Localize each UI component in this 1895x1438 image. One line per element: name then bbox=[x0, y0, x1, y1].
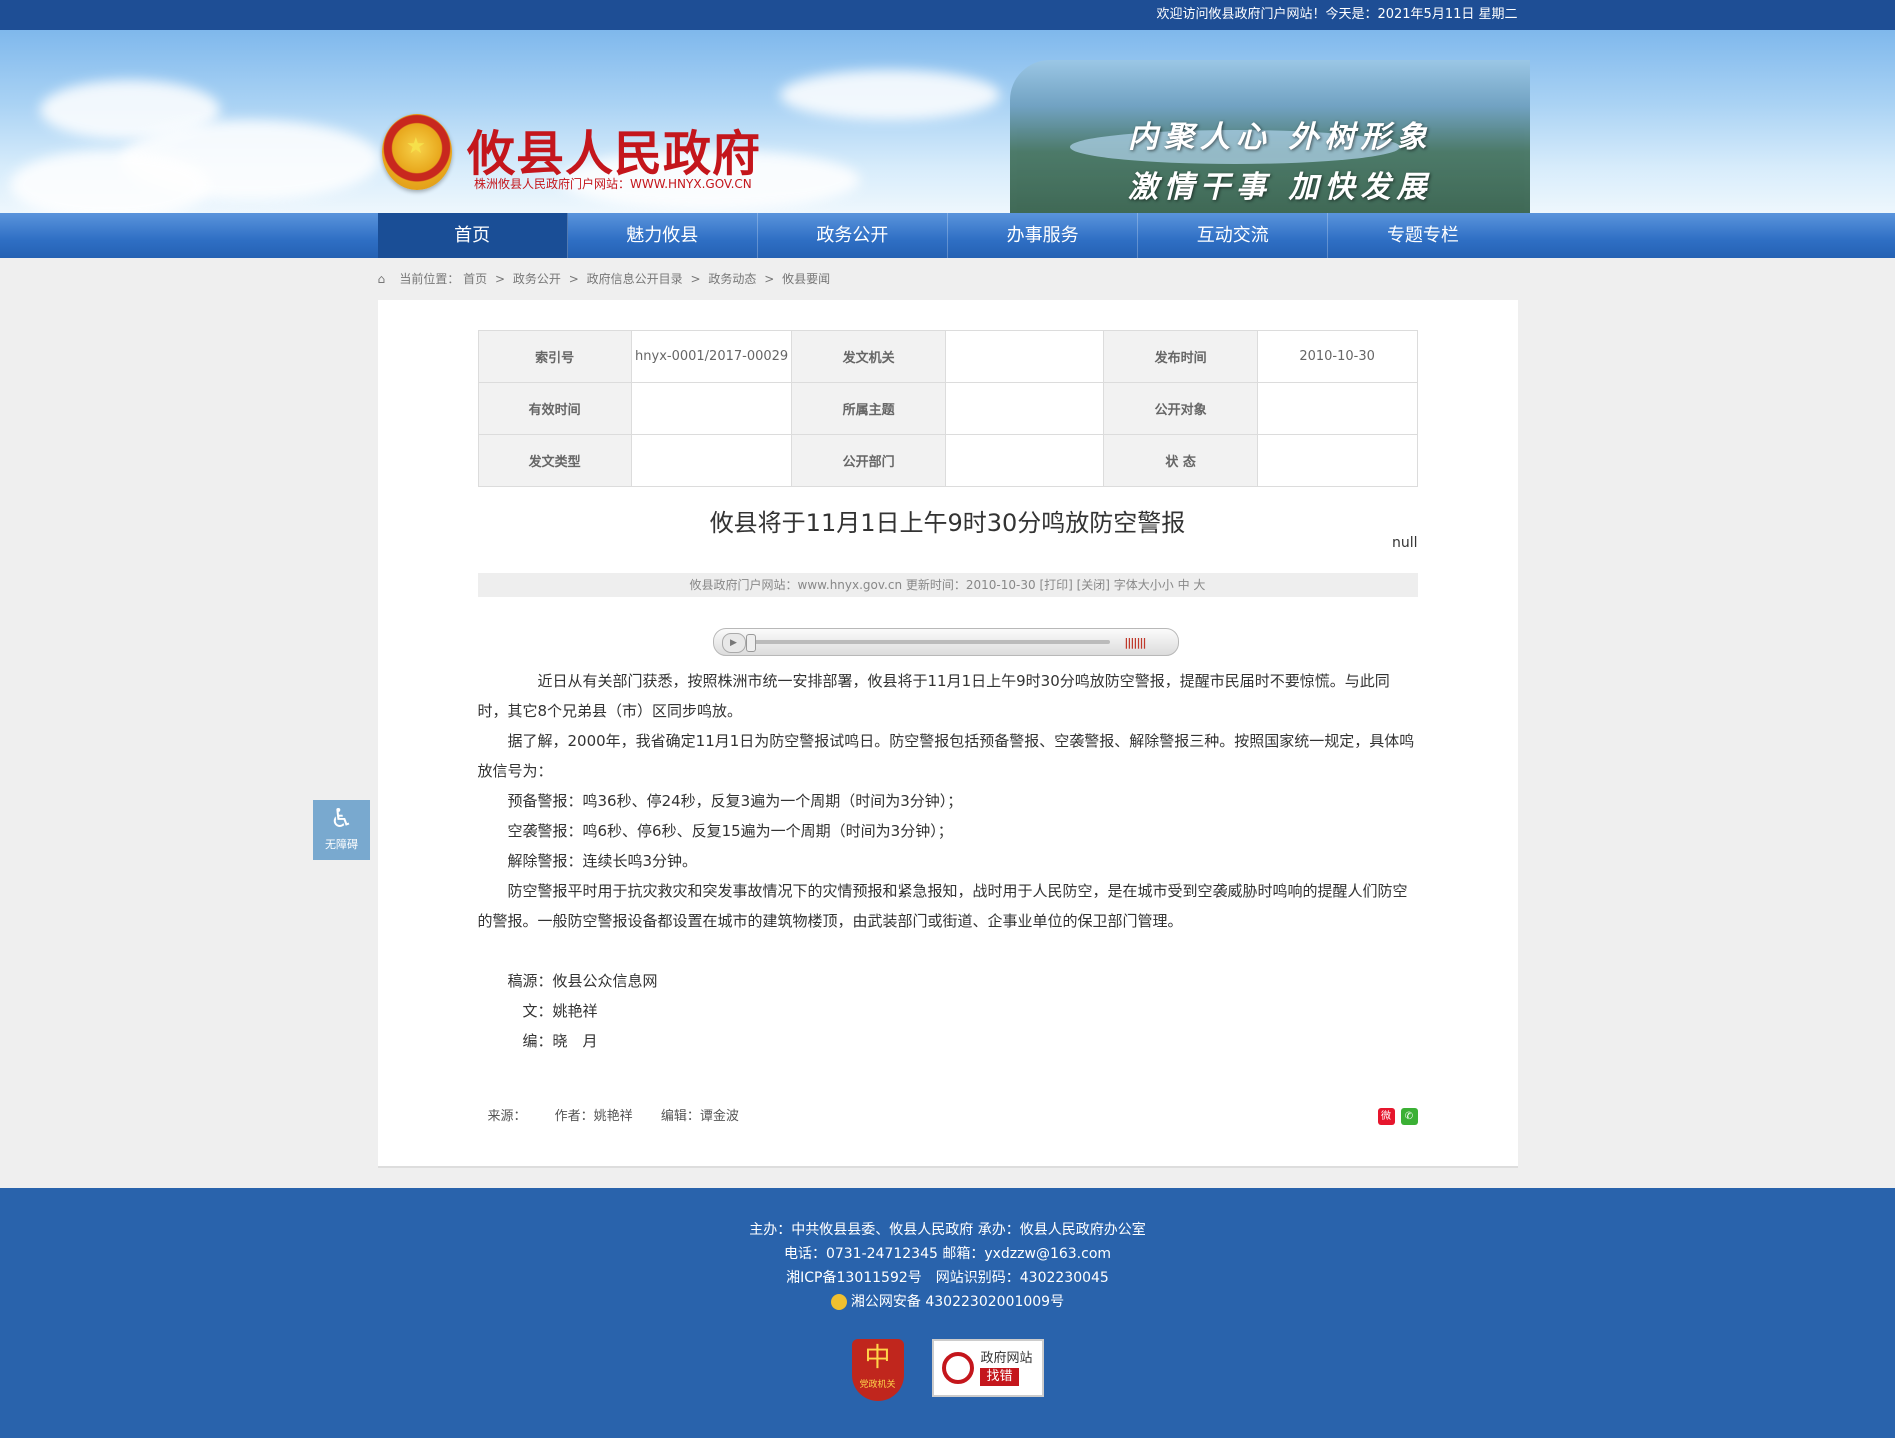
slogan-line-2: 激情干事 加快发展 bbox=[1128, 170, 1433, 205]
breadcrumb-item-news[interactable]: 政务动态 bbox=[708, 272, 756, 286]
nav-item-services[interactable]: 办事服务 bbox=[948, 213, 1139, 258]
volume-icon[interactable]: ||||||| bbox=[1124, 636, 1146, 649]
dept-label: 公开部门 bbox=[791, 434, 946, 487]
article-info-bar: 攸县政府门户网站：www.hnyx.gov.cn 更新时间：2010-10-30… bbox=[477, 573, 1418, 597]
paragraph: 近日从有关部门获悉，按照株洲市统一安排部署，攸县将于11月1日上午9时30分鸣放… bbox=[477, 672, 1390, 720]
pub-date-value: 2010-10-30 bbox=[1256, 330, 1418, 383]
paragraph: 防空警报平时用于抗灾救灾和突发事故情况下的灾情预报和紧急报知，战时用于人民防空，… bbox=[477, 882, 1408, 930]
report-error-badge[interactable]: 政府网站 找错 bbox=[931, 1339, 1044, 1397]
nav-item-home[interactable]: 首页 bbox=[377, 213, 568, 258]
top-bar: 欢迎访问攸县政府门户网站！今天是：2021年5月11日 星期二 bbox=[0, 0, 1895, 30]
pub-date-label: 发布时间 bbox=[1103, 330, 1258, 383]
footer-icp[interactable]: 湘ICP备13011592号 网站识别码：4302230045 bbox=[0, 1266, 1895, 1290]
editor-label: 编辑：谭金波 bbox=[660, 1109, 739, 1124]
slogan-line-1: 内聚人心 外树形象 bbox=[1128, 120, 1433, 155]
home-icon: ⌂ bbox=[377, 272, 386, 286]
paragraph: 解除警报：连续长鸣3分钟。 bbox=[507, 852, 698, 870]
table-row: 索引号 hnyx-0001/2017-00029 发文机关 发布时间 2010-… bbox=[477, 330, 1418, 383]
report-error-top: 政府网站 bbox=[980, 1351, 1033, 1366]
breadcrumb-item-catalog[interactable]: 政府信息公开目录 bbox=[587, 272, 683, 286]
credit-editor: 编：晓 月 bbox=[522, 1032, 598, 1050]
accessibility-label: 无障碍 bbox=[325, 838, 358, 851]
wechat-share-icon[interactable]: ✆ bbox=[1400, 1108, 1418, 1125]
welcome-text: 欢迎访问攸县政府门户网站！今天是：2021年5月11日 星期二 bbox=[1156, 7, 1518, 22]
index-no-value: hnyx-0001/2017-00029 bbox=[630, 330, 793, 383]
breadcrumb-label: 当前位置： bbox=[399, 272, 460, 286]
footer-police-record[interactable]: 湘公网安备 43022302001009号 bbox=[851, 1294, 1064, 1310]
doc-type-label: 发文类型 bbox=[477, 434, 632, 487]
paragraph: 据了解，2000年，我省确定11月1日为防空警报试鸣日。防空警报包括预备警报、空… bbox=[477, 732, 1415, 780]
article-container: 索引号 hnyx-0001/2017-00029 发文机关 发布时间 2010-… bbox=[377, 300, 1518, 1168]
footer-contact: 电话：0731-24712345 邮箱：yxdzzw@163.com bbox=[783, 1246, 1112, 1262]
national-emblem-icon: ★ bbox=[382, 114, 452, 190]
index-no-label: 索引号 bbox=[477, 330, 632, 383]
status-label: 状 态 bbox=[1103, 434, 1258, 487]
party-gov-badge-label: 党政机关 bbox=[859, 1380, 896, 1390]
party-gov-icon: 中 bbox=[864, 1343, 891, 1373]
null-mark: null bbox=[1391, 535, 1418, 551]
magnifier-icon bbox=[942, 1352, 975, 1384]
valid-value bbox=[630, 382, 793, 435]
status-value bbox=[1256, 434, 1418, 487]
report-error-bottom: 找错 bbox=[980, 1368, 1019, 1386]
breadcrumb-item-county-news[interactable]: 攸县要闻 bbox=[782, 272, 830, 286]
weibo-share-icon[interactable]: 微 bbox=[1377, 1108, 1395, 1125]
nav-item-gov-affairs[interactable]: 政务公开 bbox=[758, 213, 949, 258]
nav-item-interaction[interactable]: 互动交流 bbox=[1138, 213, 1329, 258]
audio-player[interactable]: ▶ ||||||| bbox=[712, 628, 1179, 656]
credit-source: 稿源：攸县公众信息网 bbox=[507, 972, 658, 990]
wheelchair-icon: ♿ bbox=[329, 804, 354, 834]
footer-sponsor: 主办：中共攸县县委、攸县人民政府 承办：攸县人民政府办公室 bbox=[749, 1222, 1146, 1238]
topic-label: 所属主题 bbox=[791, 382, 946, 435]
police-badge-icon bbox=[830, 1294, 847, 1310]
doc-type-value bbox=[630, 434, 793, 487]
topic-value bbox=[944, 382, 1105, 435]
table-row: 有效时间 所属主题 公开对象 bbox=[477, 382, 1418, 435]
site-title[interactable]: 攸县人民政府 bbox=[467, 114, 761, 184]
breadcrumb-item-home[interactable]: 首页 bbox=[463, 272, 487, 286]
audience-value bbox=[1256, 382, 1418, 435]
accessibility-button[interactable]: ♿ 无障碍 bbox=[313, 800, 370, 860]
audience-label: 公开对象 bbox=[1103, 382, 1258, 435]
progress-track[interactable] bbox=[749, 640, 1110, 644]
dept-value bbox=[944, 434, 1105, 487]
issuer-value bbox=[944, 330, 1105, 383]
valid-label: 有效时间 bbox=[477, 382, 632, 435]
progress-handle[interactable] bbox=[745, 634, 756, 652]
nav-item-charm[interactable]: 魅力攸县 bbox=[568, 213, 758, 258]
main-nav: 首页 魅力攸县 政务公开 办事服务 互动交流 专题专栏 bbox=[0, 213, 1895, 258]
nav-item-topics[interactable]: 专题专栏 bbox=[1328, 213, 1517, 258]
site-subtitle: 株洲攸县人民政府门户网站：WWW.HNYX.GOV.CN bbox=[474, 177, 752, 191]
paragraph: 预备警报：鸣36秒、停24秒，反复3遍为一个周期（时间为3分钟）； bbox=[507, 792, 963, 810]
play-icon[interactable]: ▶ bbox=[721, 633, 746, 653]
article-body: 近日从有关部门获悉，按照株洲市统一安排部署，攸县将于11月1日上午9时30分鸣放… bbox=[478, 666, 1418, 1056]
source-label: 来源： bbox=[487, 1109, 527, 1124]
author-label: 作者：姚艳祥 bbox=[554, 1109, 633, 1124]
table-row: 发文类型 公开部门 状 态 bbox=[477, 434, 1418, 487]
party-gov-badge[interactable]: 中 党政机关 bbox=[851, 1339, 904, 1401]
info-table: 索引号 hnyx-0001/2017-00029 发文机关 发布时间 2010-… bbox=[477, 330, 1418, 487]
article-title: 攸县将于11月1日上午9时30分鸣放防空警报 bbox=[709, 509, 1186, 537]
share-buttons: 微 ✆ bbox=[1377, 1108, 1418, 1125]
header-banner: ★ 攸县人民政府 株洲攸县人民政府门户网站：WWW.HNYX.GOV.CN 内聚… bbox=[0, 30, 1895, 213]
credit-writer: 文：姚艳祥 bbox=[522, 1002, 598, 1020]
paragraph: 空袭警报：鸣6秒、停6秒、反复15遍为一个周期（时间为3分钟）； bbox=[507, 822, 953, 840]
issuer-label: 发文机关 bbox=[791, 330, 946, 383]
breadcrumb-item-gov-affairs[interactable]: 政务公开 bbox=[513, 272, 561, 286]
breadcrumb: ⌂ 当前位置： 首页 > 政务公开 > 政府信息公开目录 > 政务动态 > 攸县… bbox=[378, 258, 1518, 300]
footer: 主办：中共攸县县委、攸县人民政府 承办：攸县人民政府办公室 电话：0731-24… bbox=[0, 1188, 1895, 1438]
article-foot-meta: 来源： 作者：姚艳祥 编辑：谭金波 bbox=[488, 1105, 763, 1124]
